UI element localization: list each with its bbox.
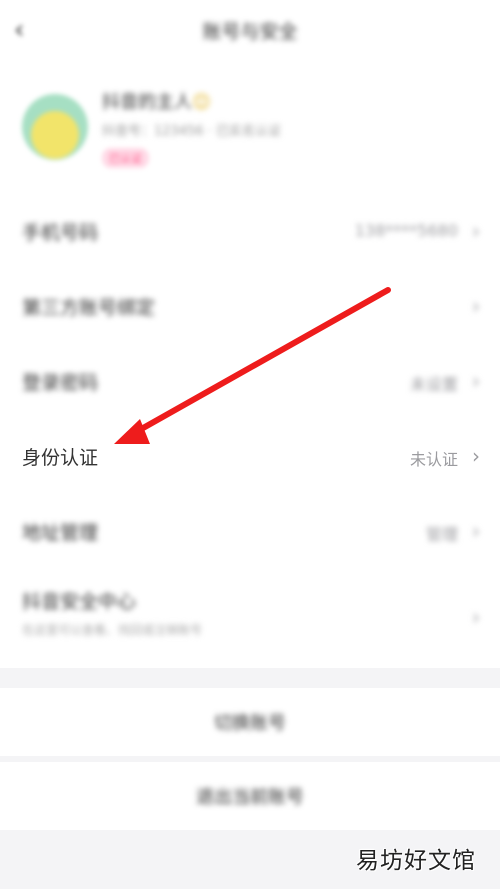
status-badge: 已认证	[102, 148, 149, 168]
settings-item-password[interactable]: 登录密码 未设置 ›	[0, 344, 500, 419]
settings-item-third-party[interactable]: 第三方账号绑定 ›	[0, 269, 500, 344]
account-security-page: ‹ 账号与安全 抖音的主人😊 抖音号：123456 · 已实名认证 已认证 手机…	[0, 0, 500, 889]
settings-item-subtitle: 在这里可以查看、找回或注销账号	[22, 623, 203, 637]
logout-label: 退出当前账号	[196, 787, 304, 808]
settings-item-address[interactable]: 地址管理 管理 ›	[0, 494, 500, 569]
switch-account-label: 切换账号	[214, 713, 286, 734]
settings-item-label: 身份认证	[22, 447, 99, 469]
user-nickname: 抖音的主人😊	[102, 88, 211, 114]
settings-item-security-center[interactable]: 抖音安全中心 在这里可以查看、找回或注销账号 ›	[0, 569, 500, 668]
profile-card[interactable]: 抖音的主人😊 抖音号：123456 · 已实名认证 已认证	[0, 62, 500, 194]
settings-list: 手机号码 138****5680 › 第三方账号绑定 › 登录密码 未设置 › …	[0, 194, 500, 668]
chevron-right-icon: ›	[472, 519, 480, 543]
logout-button[interactable]: 退出当前账号	[0, 762, 500, 830]
chevron-right-icon: ›	[472, 219, 480, 243]
avatar[interactable]	[22, 94, 88, 160]
page-title: 账号与安全	[202, 21, 298, 43]
settings-item-value: 未认证	[409, 450, 458, 469]
settings-item-value: 未设置	[409, 375, 458, 394]
chevron-right-icon: ›	[472, 294, 480, 318]
settings-item-phone[interactable]: 手机号码 138****5680 ›	[0, 194, 500, 269]
top-bar: ‹ 账号与安全	[0, 0, 500, 62]
chevron-right-icon: ›	[472, 444, 480, 468]
settings-item-label: 地址管理	[22, 522, 99, 544]
chevron-right-icon: ›	[472, 369, 480, 393]
switch-account-button[interactable]: 切换账号	[0, 688, 500, 756]
account-meta: 抖音号：123456 · 已实名认证	[102, 124, 282, 139]
nickname-text: 抖音的主人	[102, 92, 192, 113]
smile-emoji-icon: 😊	[192, 92, 211, 113]
watermark: 易坊好文馆	[356, 848, 476, 874]
chevron-right-icon: ›	[472, 605, 480, 629]
settings-item-label: 手机号码	[22, 222, 99, 244]
settings-item-label: 登录密码	[22, 372, 99, 394]
settings-item-identity-verification[interactable]: 身份认证 未认证 ›	[0, 419, 500, 494]
settings-item-value: 管理	[425, 525, 458, 544]
settings-item-label: 抖音安全中心	[22, 591, 137, 613]
settings-item-label: 第三方账号绑定	[22, 297, 156, 319]
settings-item-value: 138****5680	[354, 221, 458, 240]
